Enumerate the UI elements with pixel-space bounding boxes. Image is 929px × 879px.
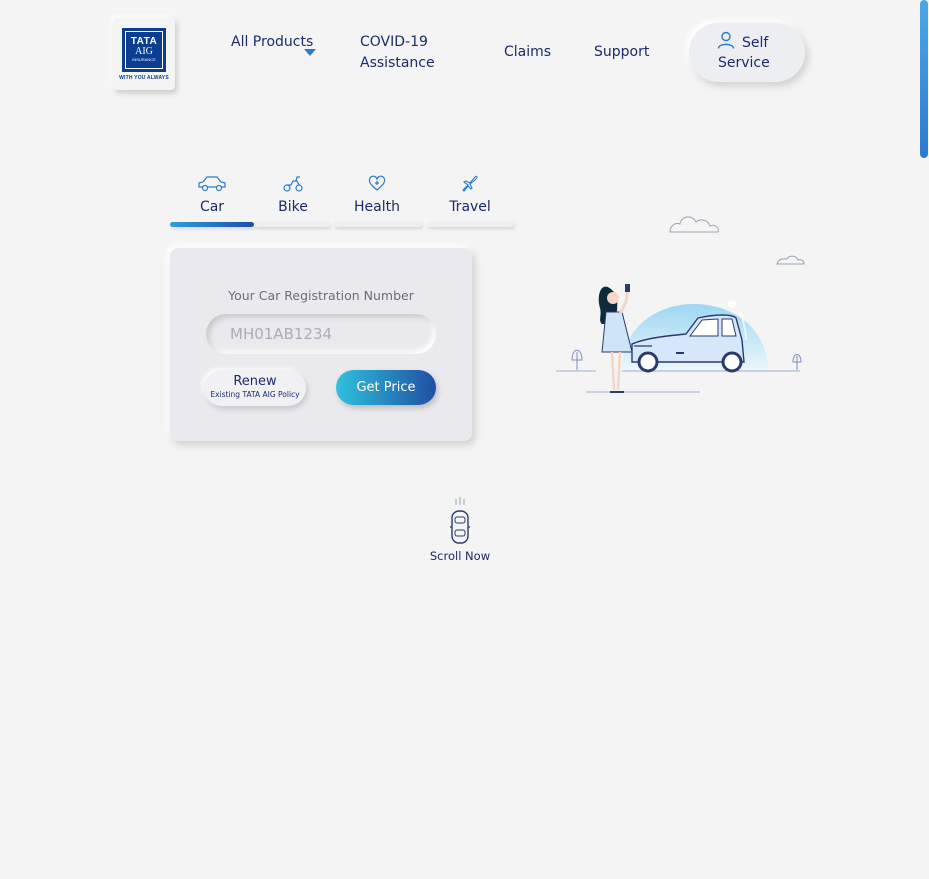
- logo-text-insurance: INSURANCE: [132, 57, 156, 62]
- get-price-button[interactable]: Get Price: [336, 370, 436, 405]
- scrollbar-thumb[interactable]: [920, 0, 928, 158]
- nav-all-products[interactable]: All Products: [231, 32, 321, 56]
- user-icon: [717, 31, 735, 49]
- nav-support[interactable]: Support: [594, 42, 649, 63]
- woman-figure: [598, 284, 633, 393]
- self-service-label-1: Self: [742, 35, 769, 51]
- nav-claims[interactable]: Claims: [504, 42, 551, 63]
- product-tabs: Car Bike Health Travel: [170, 173, 515, 233]
- renew-sublabel: Existing TATA AIG Policy: [210, 390, 300, 399]
- registration-number-input[interactable]: [206, 314, 436, 354]
- caret-down-icon: [304, 49, 316, 56]
- cloud-icon: [669, 216, 719, 233]
- tab-health[interactable]: Health: [334, 173, 420, 227]
- tab-travel-indicator: [427, 222, 514, 227]
- logo-text-aig: AIG: [135, 46, 153, 57]
- tab-car-indicator: [170, 222, 254, 227]
- tab-car[interactable]: Car: [170, 173, 254, 227]
- page-scrollbar[interactable]: [919, 0, 929, 160]
- self-service-button[interactable]: Self Service: [689, 23, 805, 82]
- scroll-now-label: Scroll Now: [429, 549, 491, 563]
- registration-label: Your Car Registration Number: [228, 288, 414, 303]
- logo-mark: TATA AIG INSURANCE: [122, 28, 166, 72]
- cloud-icon-small: [776, 255, 805, 265]
- renew-label: Renew: [233, 374, 277, 389]
- scroll-car-icon: [450, 497, 470, 544]
- tab-health-indicator: [334, 222, 422, 227]
- tab-bike-label: Bike: [278, 199, 308, 215]
- tab-bike[interactable]: Bike: [254, 173, 332, 227]
- tab-car-label: Car: [199, 199, 225, 215]
- scooter-icon: [283, 176, 303, 192]
- logo-tagline: WITH YOU ALWAYS: [119, 75, 169, 81]
- self-service-label-2: Service: [718, 55, 770, 71]
- tata-aig-logo[interactable]: TATA AIG INSURANCE WITH YOU ALWAYS: [113, 18, 175, 90]
- renew-button[interactable]: Renew Existing TATA AIG Policy: [204, 370, 306, 406]
- tab-travel[interactable]: Travel: [426, 173, 514, 227]
- airplane-icon: [462, 175, 478, 192]
- tab-bike-indicator: [254, 222, 330, 227]
- nav-all-products-label: All Products: [231, 34, 314, 50]
- scroll-now-button[interactable]: Scroll Now: [424, 497, 496, 567]
- car-icon: [198, 176, 226, 192]
- heart-plus-icon: [368, 175, 386, 191]
- nav-covid-assistance[interactable]: COVID-19 Assistance: [360, 32, 470, 74]
- car-protection-illustration: [556, 216, 805, 393]
- quote-form-card: Your Car Registration Number Renew Exist…: [170, 248, 472, 441]
- tab-health-label: Health: [354, 199, 400, 215]
- tab-travel-label: Travel: [449, 199, 491, 215]
